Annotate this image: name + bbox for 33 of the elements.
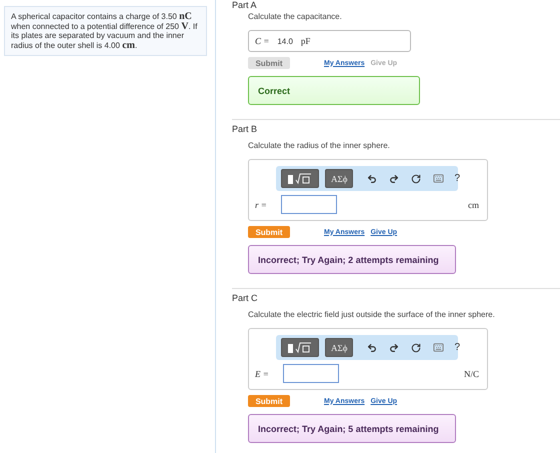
- undo-icon[interactable]: [367, 342, 378, 352]
- answer-field[interactable]: [282, 364, 339, 383]
- variable-label: E =: [255, 368, 269, 378]
- answer-field[interactable]: [280, 195, 337, 214]
- feedback-message: Incorrect; Try Again; 2 attempts remaining: [248, 245, 456, 274]
- redo-icon[interactable]: [389, 174, 400, 184]
- template-icon: [287, 172, 313, 184]
- reset-icon[interactable]: [411, 174, 422, 184]
- templates-button[interactable]: [281, 169, 319, 188]
- feedback-message: Correct: [248, 76, 420, 105]
- keyboard-icon[interactable]: [433, 342, 444, 353]
- variable-label: r =: [255, 200, 267, 210]
- help-button[interactable]: ?: [454, 173, 460, 184]
- unit-label: N/C: [464, 368, 479, 378]
- feedback-message: Incorrect; Try Again; 5 attempts remaining: [248, 414, 456, 443]
- question-text: Calculate the electric field just outside the surface of the inner sphere.: [248, 310, 495, 319]
- part-heading: Part C: [232, 293, 259, 304]
- help-button[interactable]: ?: [454, 342, 460, 353]
- unit-label: cm: [468, 200, 479, 210]
- templates-button[interactable]: [281, 338, 319, 357]
- part-heading: Part A: [232, 0, 258, 11]
- symbols-button[interactable]: ΑΣϕ: [325, 338, 354, 357]
- reset-icon[interactable]: [411, 342, 422, 352]
- keyboard-icon[interactable]: [433, 173, 444, 184]
- problem-statement: A spherical capacitor contains a charge of 3.50 nC when connected to a potential difference of 250 V. If its plates are separated by vacuum and the inner radius of the outer shell is 4.00 cm.: [4, 6, 207, 56]
- question-text: Calculate the radius of the inner sphere.: [248, 141, 390, 150]
- template-icon: [287, 342, 313, 354]
- answer-display: C = 14.0 pF: [248, 30, 411, 52]
- redo-icon[interactable]: [389, 342, 400, 352]
- symbols-button[interactable]: ΑΣϕ: [325, 169, 354, 188]
- part-heading: Part B: [232, 124, 258, 135]
- question-text: Calculate the capacitance.: [248, 12, 342, 21]
- undo-icon[interactable]: [367, 174, 378, 184]
